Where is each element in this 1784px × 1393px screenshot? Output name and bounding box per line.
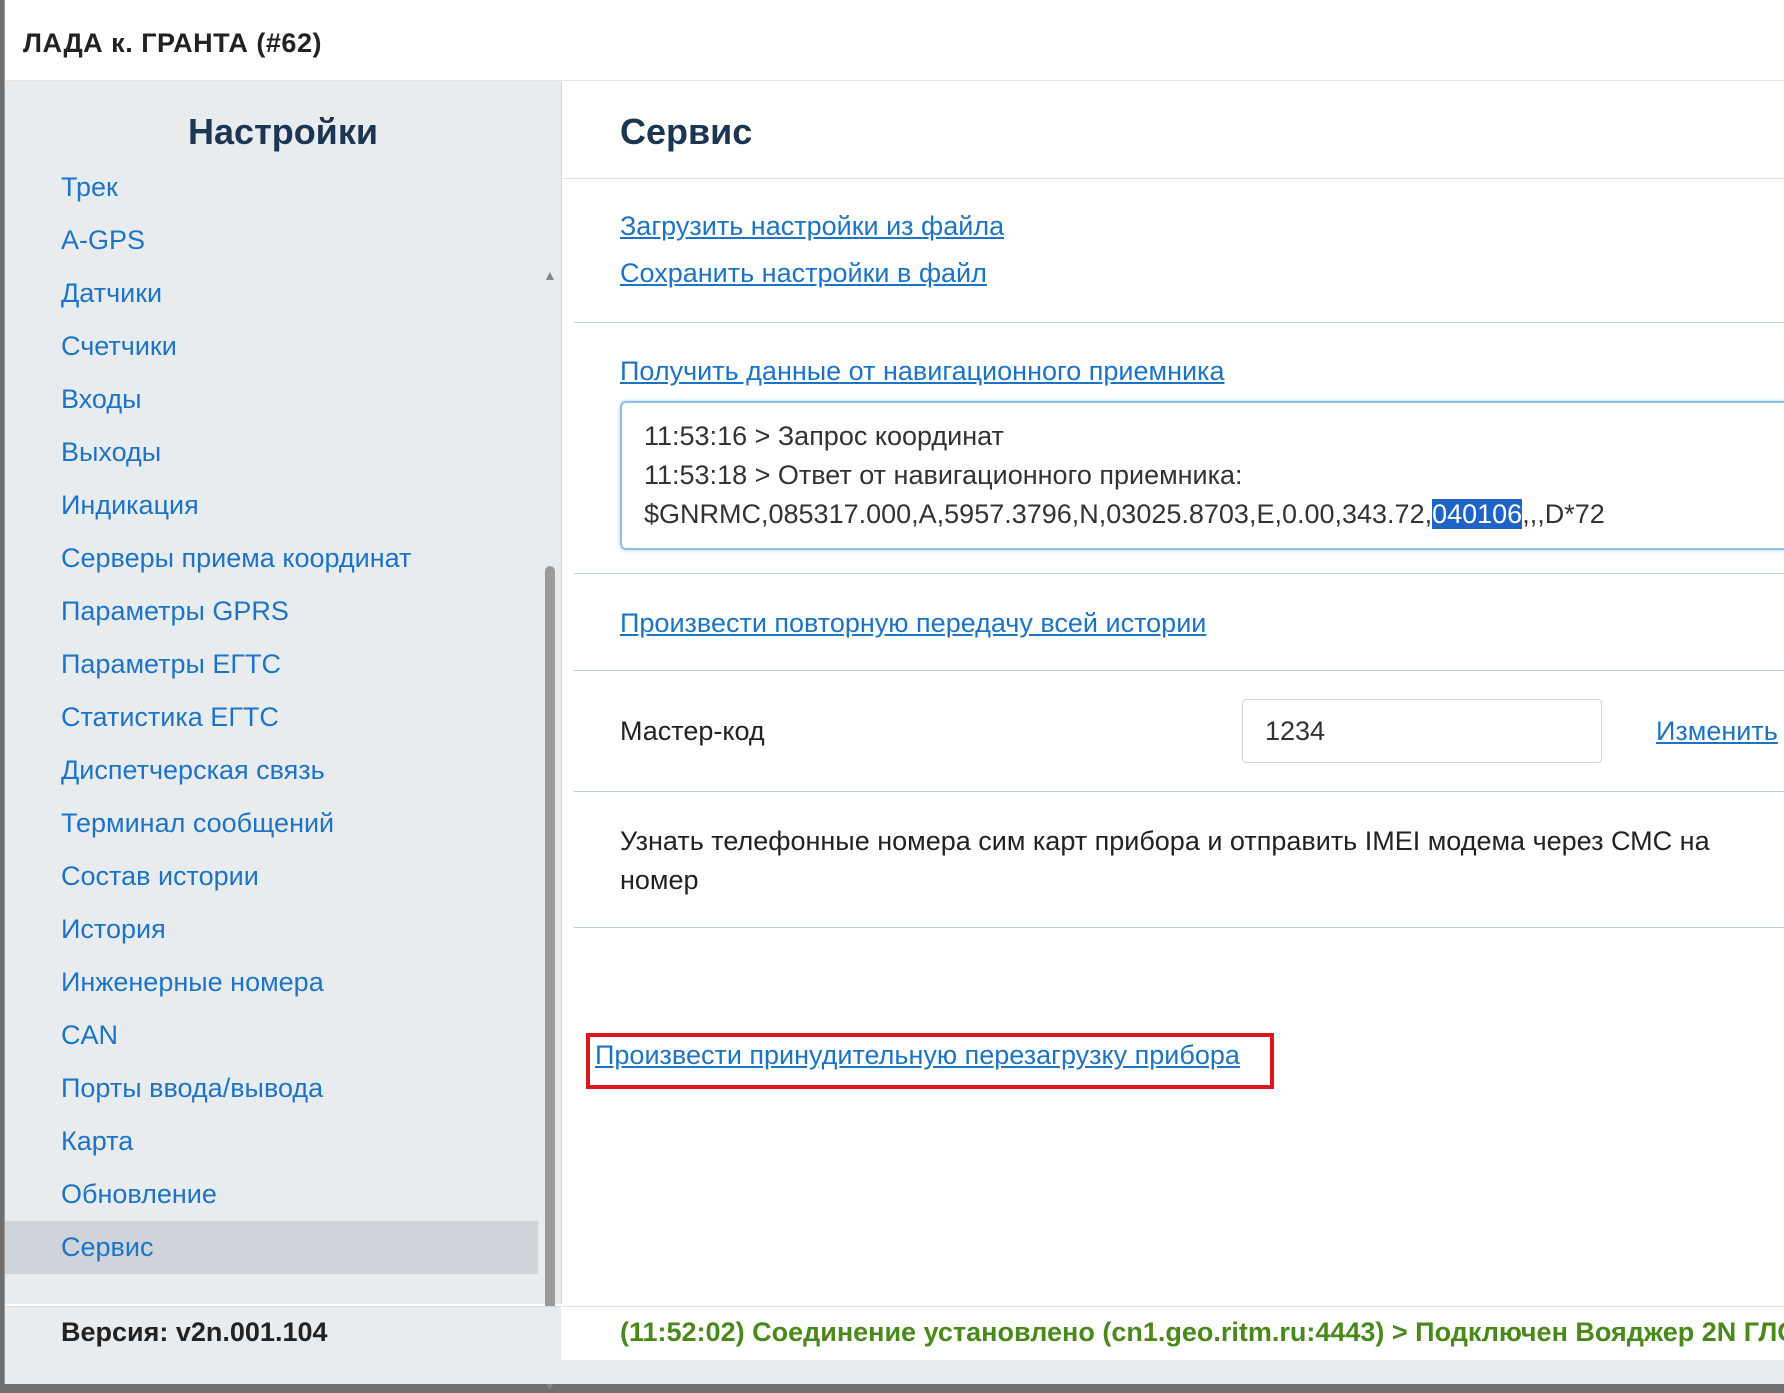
window-bottom-edge: [5, 1360, 1784, 1384]
status-bar: (11:52:02) Соединение установлено (cn1.g…: [562, 1306, 1784, 1361]
sidebar-item-history[interactable]: История: [5, 903, 538, 956]
save-settings-link[interactable]: Сохранить настройки в файл: [620, 258, 987, 289]
window-title: ЛАДА к. ГРАНТА (#62): [23, 28, 322, 58]
sim-info-text: Узнать телефонные номера сим карт прибор…: [620, 826, 1710, 856]
sim-info-text: номер: [620, 865, 699, 895]
sidebar-item-engineer-numbers[interactable]: Инженерные номера: [5, 956, 538, 1009]
resend-history-link[interactable]: Произвести повторную передачу всей истор…: [620, 608, 1206, 639]
master-code-label: Мастер-код: [620, 716, 765, 746]
sidebar-item-egts-params[interactable]: Параметры ЕГТС: [5, 638, 538, 691]
selected-text: 040106: [1432, 499, 1523, 529]
version-label: Версия: v2n.001.104: [61, 1317, 328, 1347]
sidebar-item-history-content[interactable]: Состав истории: [5, 850, 538, 903]
sidebar-heading: Настройки: [188, 111, 378, 152]
sidebar-scrollbar[interactable]: ▲ ▼: [538, 181, 561, 1393]
sidebar-item-message-terminal[interactable]: Терминал сообщений: [5, 797, 538, 850]
settings-window: ЛАДА к. ГРАНТА (#62) Настройки Трек A-GP…: [4, 0, 1784, 1393]
log-text: $GNRMC,085317.000,A,5957.3796,N,03025.87…: [644, 499, 1433, 529]
sidebar-item-agps[interactable]: A-GPS: [5, 214, 538, 267]
divider: [574, 670, 1784, 671]
sidebar-item-egts-stats[interactable]: Статистика ЕГТС: [5, 691, 538, 744]
sidebar-item-update[interactable]: Обновление: [5, 1168, 538, 1221]
page-title: Сервис: [620, 111, 753, 152]
sidebar-item-map[interactable]: Карта: [5, 1115, 538, 1168]
panel-header: Сервис: [562, 81, 1784, 179]
sidebar-item-outputs[interactable]: Выходы: [5, 426, 538, 479]
divider: [574, 573, 1784, 574]
sidebar-item-service[interactable]: Сервис: [5, 1221, 538, 1274]
sidebar-item-sensors[interactable]: Датчики: [5, 267, 538, 320]
title-bar: ЛАДА к. ГРАНТА (#62): [5, 0, 1784, 81]
divider: [574, 791, 1784, 792]
nav-log-textarea[interactable]: 11:53:16 > Запрос координат 11:53:18 > О…: [620, 401, 1784, 550]
sidebar-item-track[interactable]: Трек: [5, 161, 538, 214]
sidebar-item-dispatch[interactable]: Диспетчерская связь: [5, 744, 538, 797]
log-text: ,,,D*72: [1522, 499, 1605, 529]
sidebar-footer: Версия: v2n.001.104: [5, 1306, 561, 1361]
divider: [574, 322, 1784, 323]
force-reboot-link[interactable]: Произвести принудительную перезагрузку п…: [595, 1040, 1240, 1071]
master-code-value: 1234: [1265, 716, 1326, 746]
sidebar-item-inputs[interactable]: Входы: [5, 373, 538, 426]
log-line: 11:53:16 > Запрос координат: [644, 421, 1004, 451]
log-line: 11:53:18 > Ответ от навигационного прием…: [644, 460, 1243, 490]
change-master-code-link[interactable]: Изменить: [1656, 716, 1778, 747]
scroll-up-arrow-icon[interactable]: ▲: [543, 267, 557, 283]
get-nav-data-link[interactable]: Получить данные от навигационного приемн…: [620, 356, 1224, 387]
sidebar-item-counters[interactable]: Счетчики: [5, 320, 538, 373]
sidebar-item-io-ports[interactable]: Порты ввода/вывода: [5, 1062, 538, 1115]
sidebar-item-coordinate-servers[interactable]: Серверы приема координат: [5, 532, 538, 585]
sidebar-item-gprs-params[interactable]: Параметры GPRS: [5, 585, 538, 638]
divider: [574, 927, 1784, 928]
service-panel: Сервис Загрузить настройки из файла Сохр…: [562, 81, 1784, 1304]
scrollbar-thumb[interactable]: [545, 566, 555, 1356]
log-line: $GNRMC,085317.000,A,5957.3796,N,03025.87…: [644, 499, 1605, 530]
settings-menu: Трек A-GPS Датчики Счетчики Входы Выходы…: [5, 161, 538, 1298]
sidebar-item-indication[interactable]: Индикация: [5, 479, 538, 532]
master-code-input[interactable]: 1234: [1242, 699, 1602, 763]
connection-status: (11:52:02) Соединение установлено (cn1.g…: [620, 1317, 1784, 1347]
load-settings-link[interactable]: Загрузить настройки из файла: [620, 211, 1004, 242]
sidebar-item-can[interactable]: CAN: [5, 1009, 538, 1062]
settings-sidebar: Настройки Трек A-GPS Датчики Счетчики Вх…: [5, 81, 562, 1393]
